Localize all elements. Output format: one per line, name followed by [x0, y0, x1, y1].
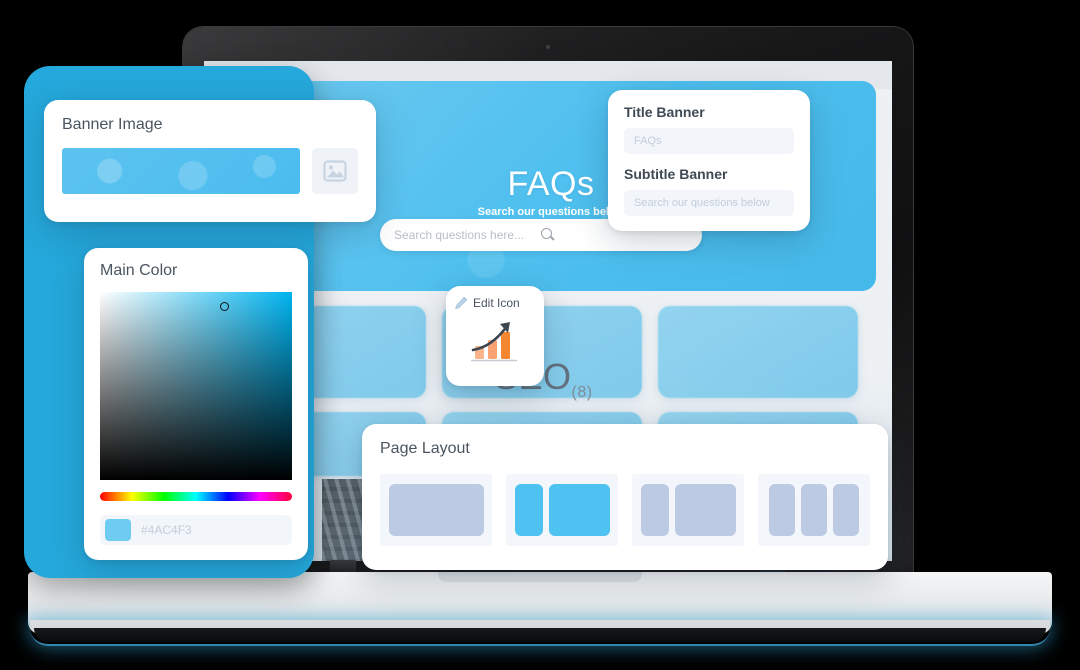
- title-banner-value: FAQs: [634, 135, 662, 147]
- hex-color-input[interactable]: #4AC4F3: [141, 523, 192, 537]
- main-color-panel: Main Color #4AC4F3: [84, 248, 308, 560]
- pencil-icon[interactable]: [454, 296, 468, 310]
- layout-option-three-column[interactable]: [758, 474, 870, 546]
- layout-block: [674, 484, 736, 536]
- banner-image-title: Banner Image: [62, 116, 163, 133]
- layout-block: [514, 484, 543, 536]
- growth-chart-icon[interactable]: [467, 318, 523, 364]
- color-picker-handle[interactable]: [220, 302, 229, 311]
- faq-card[interactable]: [658, 306, 858, 398]
- page-layout-options: [380, 474, 870, 546]
- edit-icon-header: Edit Icon: [454, 296, 536, 310]
- layout-block: [388, 484, 484, 536]
- banner-image-row: [62, 148, 358, 194]
- seo-count: (8): [571, 384, 593, 402]
- layout-block: [548, 484, 610, 536]
- layout-block: [640, 484, 669, 536]
- layout-block: [801, 484, 827, 536]
- layout-option-sidebar-left-main-right[interactable]: [506, 474, 618, 546]
- saturation-value-picker[interactable]: [100, 292, 292, 480]
- title-banner-label: Title Banner: [624, 104, 705, 120]
- layout-option-two-column[interactable]: [632, 474, 744, 546]
- layout-block: [769, 484, 795, 536]
- screenshot-stage: FAQs Search our questions below Search q…: [0, 0, 1080, 670]
- page-layout-panel: Page Layout: [362, 424, 888, 570]
- page-layout-title: Page Layout: [380, 440, 470, 457]
- title-banner-panel: Title Banner FAQs Subtitle Banner Search…: [608, 90, 810, 231]
- subtitle-banner-value: Search our questions below: [634, 197, 770, 209]
- subtitle-banner-label: Subtitle Banner: [624, 166, 728, 182]
- main-color-title: Main Color: [100, 262, 178, 279]
- title-banner-input[interactable]: FAQs: [624, 128, 794, 154]
- edit-icon-label: Edit Icon: [473, 296, 520, 310]
- subtitle-banner-input[interactable]: Search our questions below: [624, 190, 794, 216]
- hue-slider[interactable]: [100, 492, 292, 501]
- color-swatch[interactable]: [105, 519, 131, 541]
- webcam-icon: [546, 45, 550, 49]
- image-placeholder-icon[interactable]: [312, 148, 358, 194]
- edit-icon-panel: Edit Icon: [446, 286, 544, 386]
- hex-color-row: #4AC4F3: [100, 515, 292, 545]
- hero-search-placeholder: Search questions here...: [394, 228, 525, 242]
- laptop-base-lip: [34, 628, 1046, 642]
- layout-block: [833, 484, 859, 536]
- laptop-base: [28, 572, 1052, 634]
- banner-image-preview[interactable]: [62, 148, 300, 194]
- banner-image-panel: Banner Image: [44, 100, 376, 222]
- layout-option-full-width[interactable]: [380, 474, 492, 546]
